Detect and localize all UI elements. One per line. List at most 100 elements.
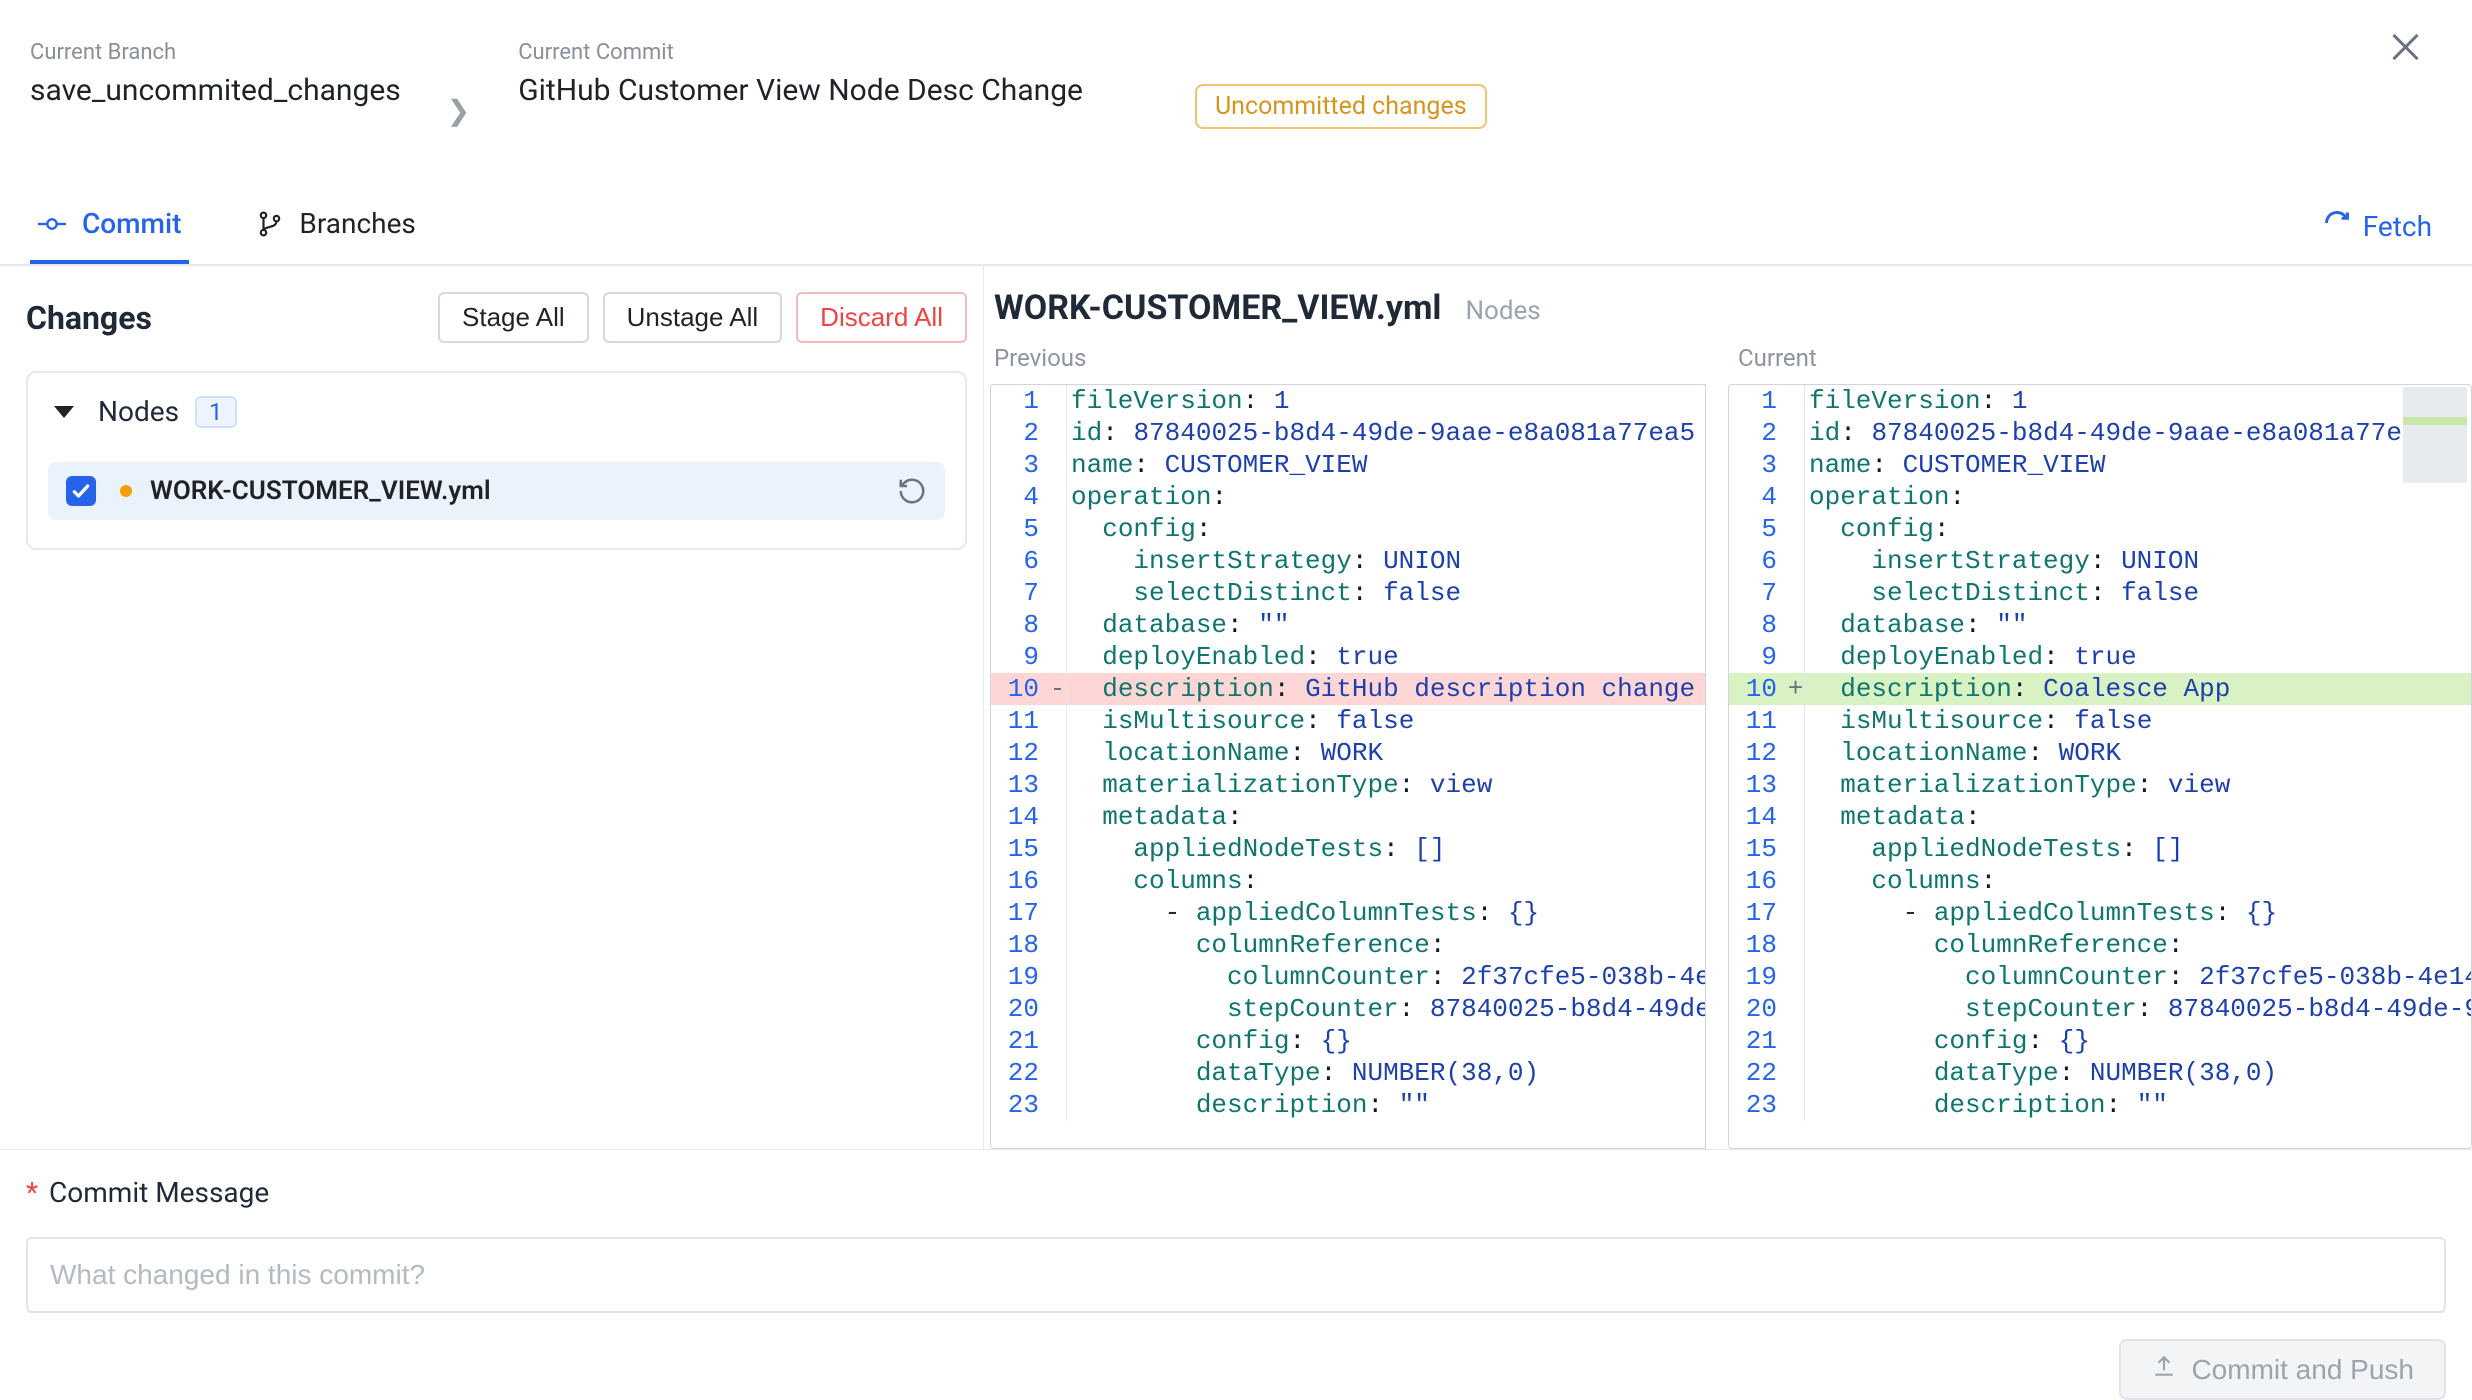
changes-header: Changes Stage All Unstage All Discard Al… (26, 292, 967, 343)
modified-dot-icon (120, 485, 132, 497)
code-line[interactable]: 7 selectDistinct: false (991, 577, 1705, 609)
code-line[interactable]: 4operation: (1729, 481, 2471, 513)
code-line[interactable]: 17 - appliedColumnTests: {} (991, 897, 1705, 929)
code-line[interactable]: 21 config: {} (991, 1025, 1705, 1057)
revert-icon[interactable] (897, 476, 927, 506)
code-line[interactable]: 23 description: "" (991, 1089, 1705, 1121)
current-branch-value: save_uncommited_changes (30, 73, 401, 108)
code-line[interactable]: 8 database: "" (1729, 609, 2471, 641)
code-line[interactable]: 11 isMultisource: false (991, 705, 1705, 737)
code-line[interactable]: 22 dataType: NUMBER(38,0) (1729, 1057, 2471, 1089)
diff-col-previous: Previous 1fileVersion: 12id: 87840025-b8… (984, 340, 1728, 1149)
header-bar: Current Branch save_uncommited_changes ❯… (0, 0, 2472, 129)
upload-icon (2151, 1353, 2177, 1386)
breadcrumb-chevron-icon: ❯ (447, 94, 470, 127)
code-line[interactable]: 15 appliedNodeTests: [] (1729, 833, 2471, 865)
code-line[interactable]: 21 config: {} (1729, 1025, 2471, 1057)
fetch-label: Fetch (2363, 210, 2432, 243)
code-line[interactable]: 18 columnReference: (1729, 929, 2471, 961)
close-icon[interactable] (2386, 28, 2426, 68)
tabs-row: Commit Branches Fetch (0, 189, 2472, 266)
diff-title: WORK-CUSTOMER_VIEW.yml (994, 288, 1441, 328)
code-line[interactable]: 19 columnCounter: 2f37cfe5-038b-4e14-b4 (1729, 961, 2471, 993)
code-line[interactable]: 5 config: (991, 513, 1705, 545)
commit-and-push-label: Commit and Push (2191, 1354, 2414, 1386)
unstage-all-button[interactable]: Unstage All (603, 292, 783, 343)
current-branch-block: Current Branch save_uncommited_changes (30, 40, 401, 108)
commit-and-push-button[interactable]: Commit and Push (2119, 1339, 2446, 1400)
footer-actions: Commit and Push (26, 1339, 2446, 1400)
diff-pane: WORK-CUSTOMER_VIEW.yml Nodes Previous 1f… (984, 266, 2472, 1149)
code-line[interactable]: 16 columns: (1729, 865, 2471, 897)
code-line[interactable]: 13 materializationType: view (991, 769, 1705, 801)
code-line[interactable]: 10+ description: Coalesce App (1729, 673, 2471, 705)
group-count-badge: 1 (195, 396, 237, 428)
current-commit-label: Current Commit (518, 40, 1083, 65)
code-line[interactable]: 15 appliedNodeTests: [] (991, 833, 1705, 865)
commit-message-input[interactable] (26, 1237, 2446, 1313)
current-branch-label: Current Branch (30, 40, 401, 65)
diff-previous-label: Previous (984, 340, 1728, 384)
code-line[interactable]: 3name: CUSTOMER_VIEW (991, 449, 1705, 481)
branch-icon (257, 211, 283, 237)
code-line[interactable]: 6 insertStrategy: UNION (991, 545, 1705, 577)
code-line[interactable]: 12 locationName: WORK (991, 737, 1705, 769)
file-name-label: WORK-CUSTOMER_VIEW.yml (150, 476, 491, 506)
current-commit-block: Current Commit GitHub Customer View Node… (518, 40, 1083, 108)
group-label: Nodes (98, 395, 179, 428)
changed-file-row[interactable]: WORK-CUSTOMER_VIEW.yml (48, 462, 945, 520)
code-line[interactable]: 9 deployEnabled: true (1729, 641, 2471, 673)
tab-branches-label: Branches (299, 207, 415, 240)
commit-icon (38, 210, 66, 238)
current-commit-value: GitHub Customer View Node Desc Change (518, 73, 1083, 108)
commit-message-label-row: * Commit Message (26, 1176, 2446, 1209)
discard-all-button[interactable]: Discard All (796, 292, 967, 343)
code-line[interactable]: 7 selectDistinct: false (1729, 577, 2471, 609)
code-line[interactable]: 3name: CUSTOMER_VIEW (1729, 449, 2471, 481)
code-line[interactable]: 16 columns: (991, 865, 1705, 897)
code-line[interactable]: 17 - appliedColumnTests: {} (1729, 897, 2471, 929)
required-asterisk: * (26, 1176, 38, 1209)
code-line[interactable]: 23 description: "" (1729, 1089, 2471, 1121)
code-line[interactable]: 20 stepCounter: 87840025-b8d4-49de-9a (991, 993, 1705, 1025)
commit-message-label: Commit Message (49, 1176, 269, 1209)
code-line[interactable]: 2id: 87840025-b8d4-49de-9aae-e8a081a77ea… (991, 417, 1705, 449)
diff-columns: Previous 1fileVersion: 12id: 87840025-b8… (984, 340, 2472, 1149)
uncommitted-changes-badge: Uncommitted changes (1195, 84, 1487, 129)
code-line[interactable]: 1fileVersion: 1 (1729, 385, 2471, 417)
code-line[interactable]: 11 isMultisource: false (1729, 705, 2471, 737)
code-line[interactable]: 20 stepCounter: 87840025-b8d4-49de-9aae- (1729, 993, 2471, 1025)
code-line[interactable]: 8 database: "" (991, 609, 1705, 641)
code-line[interactable]: 5 config: (1729, 513, 2471, 545)
code-line[interactable]: 9 deployEnabled: true (991, 641, 1705, 673)
code-line[interactable]: 12 locationName: WORK (1729, 737, 2471, 769)
changes-pane: Changes Stage All Unstage All Discard Al… (0, 266, 984, 1149)
tab-commit[interactable]: Commit (30, 189, 189, 264)
fetch-button[interactable]: Fetch (2313, 191, 2442, 262)
minimap[interactable] (2403, 387, 2467, 483)
code-line[interactable]: 6 insertStrategy: UNION (1729, 545, 2471, 577)
tab-commit-label: Commit (82, 207, 181, 240)
main-area: Changes Stage All Unstage All Discard Al… (0, 266, 2472, 1150)
code-editor-previous[interactable]: 1fileVersion: 12id: 87840025-b8d4-49de-9… (990, 384, 1706, 1149)
code-line[interactable]: 10- description: GitHub description chan… (991, 673, 1705, 705)
file-checkbox[interactable] (66, 476, 96, 506)
code-line[interactable]: 14 metadata: (1729, 801, 2471, 833)
tab-branches[interactable]: Branches (249, 189, 423, 264)
code-editor-current[interactable]: 1fileVersion: 12id: 87840025-b8d4-49de-9… (1728, 384, 2472, 1149)
code-line[interactable]: 1fileVersion: 1 (991, 385, 1705, 417)
stage-all-button[interactable]: Stage All (438, 292, 589, 343)
diff-current-label: Current (1728, 340, 2472, 384)
code-line[interactable]: 19 columnCounter: 2f37cfe5-038b-4e14- (991, 961, 1705, 993)
changes-tree: Nodes 1 WORK-CUSTOMER_VIEW.yml (26, 371, 967, 550)
code-line[interactable]: 14 metadata: (991, 801, 1705, 833)
code-line[interactable]: 22 dataType: NUMBER(38,0) (991, 1057, 1705, 1089)
refresh-icon (2323, 209, 2351, 244)
code-line[interactable]: 13 materializationType: view (1729, 769, 2471, 801)
changes-group-nodes[interactable]: Nodes 1 (48, 395, 945, 428)
code-line[interactable]: 18 columnReference: (991, 929, 1705, 961)
changes-title: Changes (26, 299, 152, 337)
diff-subtitle: Nodes (1465, 296, 1540, 326)
code-line[interactable]: 4operation: (991, 481, 1705, 513)
code-line[interactable]: 2id: 87840025-b8d4-49de-9aae-e8a081a77ea… (1729, 417, 2471, 449)
